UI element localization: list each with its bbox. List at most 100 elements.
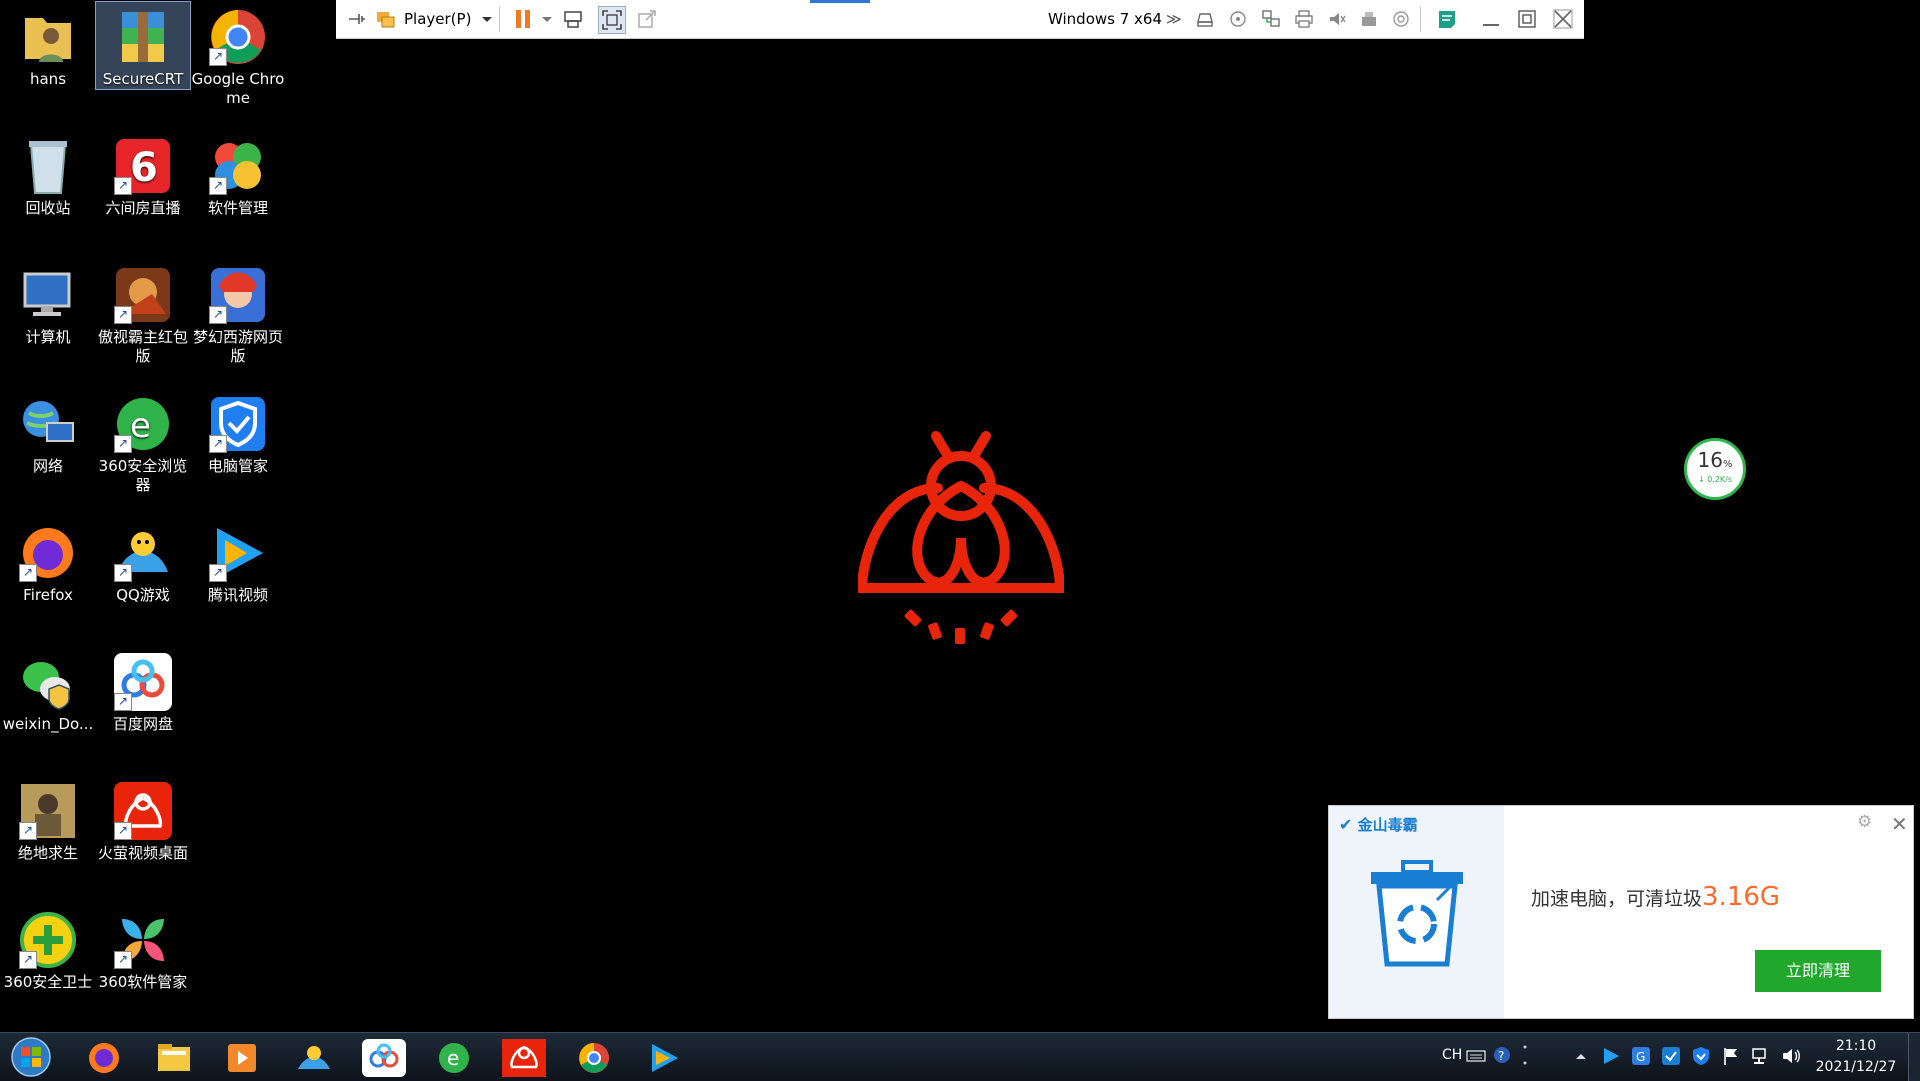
more-devices-icon[interactable]: ≫: [1166, 8, 1182, 30]
desktop-icon-network[interactable]: 网络: [1, 389, 95, 476]
show-hidden-icons-icon[interactable]: [1574, 1049, 1588, 1063]
desktop-icon-liujianfang[interactable]: 6 ↗ 六间房直播: [96, 131, 190, 218]
desktop-icon-label: 腾讯视频: [207, 586, 268, 604]
send-ctrl-alt-del-icon[interactable]: [562, 8, 584, 30]
network-adapter-icon[interactable]: [1260, 8, 1282, 30]
pause-icon[interactable]: [512, 8, 534, 30]
network-icon: [17, 393, 79, 455]
memory-percent-value: 16: [1697, 448, 1723, 472]
desktop-icon-label: 电脑管家: [207, 457, 268, 475]
desktop-icon-label: 火萤视频桌面: [97, 844, 188, 862]
tencent-video-tray-icon[interactable]: [1600, 1045, 1622, 1067]
chevron-down-icon[interactable]: [536, 8, 558, 30]
pc-manager-tray-icon[interactable]: [1690, 1045, 1712, 1067]
svg-text:e: e: [447, 1046, 459, 1070]
desktop-icon-360-software[interactable]: ↗ 360软件管家: [96, 905, 190, 992]
duba-tray-icon[interactable]: [1660, 1045, 1682, 1067]
desktop-icon-pubg[interactable]: ↗ 绝地求生: [1, 776, 95, 863]
tencent-pc-manager-icon: ↗: [207, 393, 269, 455]
desktop-icon-360-safe[interactable]: ↗ 360安全卫士: [1, 905, 95, 992]
computer-icon: [17, 264, 79, 326]
desktop-icon-qq-game[interactable]: ↗ QQ游戏: [96, 518, 190, 605]
pin-icon[interactable]: [346, 8, 368, 30]
vm-player-toolbar: Player(P) Windows 7 x64 ≫: [336, 0, 1584, 39]
desktop-icon-label: 回收站: [25, 199, 71, 217]
360-browser-taskbar-icon[interactable]: e: [432, 1039, 476, 1077]
desktop-icon-label: hans: [29, 70, 67, 88]
clock-time: 21:10: [1835, 1038, 1877, 1054]
desktop-icon-label: 百度网盘: [112, 715, 173, 733]
desktop-icon-chrome[interactable]: ↗ Google Chrome: [191, 2, 285, 108]
shortcut-arrow-icon: ↗: [114, 177, 132, 195]
desktop-icon-computer[interactable]: 计算机: [1, 260, 95, 347]
usb-device-icon[interactable]: [1358, 8, 1380, 30]
desktop-icon-label: 绝地求生: [17, 844, 78, 862]
ime-options-icon[interactable]: [1518, 1043, 1532, 1067]
desktop-icon-tencent-pc-manager[interactable]: ↗ 电脑管家: [191, 389, 285, 476]
tray-app-icon[interactable]: G: [1630, 1045, 1652, 1067]
shortcut-arrow-icon: ↗: [209, 177, 227, 195]
desktop-icon-game-aoshi[interactable]: ↗ 傲视霸主红包版: [96, 260, 190, 366]
desktop-icon-baidu-netdisk[interactable]: ↗ 百度网盘: [96, 647, 190, 734]
volume-icon[interactable]: [1780, 1045, 1802, 1067]
360-software-icon: ↗: [112, 909, 174, 971]
show-desktop-button[interactable]: [1908, 1033, 1920, 1081]
desktop-icon-label: 360软件管家: [98, 973, 188, 991]
desktop-icon-user-folder[interactable]: hans: [1, 2, 95, 89]
player-icon[interactable]: [374, 8, 396, 30]
clean-now-button[interactable]: 立即清理: [1755, 950, 1881, 992]
shortcut-arrow-icon: ↗: [114, 951, 132, 969]
system-clock[interactable]: 21:10 2021/12/27: [1800, 1036, 1912, 1078]
winrar-archive-icon: [112, 6, 174, 68]
chevron-down-icon[interactable]: [476, 8, 498, 30]
start-button[interactable]: [8, 1036, 54, 1078]
desktop-icon-firefly-video[interactable]: ↗ 火萤视频桌面: [96, 776, 190, 863]
desktop-icon-label: Firefox: [23, 586, 73, 604]
help-icon[interactable]: ?: [1492, 1045, 1512, 1065]
keyboard-icon[interactable]: [1466, 1047, 1486, 1065]
popup-message-text: 加速电脑，可清垃圾: [1531, 888, 1703, 910]
input-language[interactable]: CH: [1442, 1047, 1462, 1063]
hard-disk-icon[interactable]: [1194, 8, 1216, 30]
desktop-icon-tencent-video[interactable]: ↗ 腾讯视频: [191, 518, 285, 605]
desktop-icon-recycle-bin[interactable]: 回收站: [1, 131, 95, 218]
recycle-bin-icon: [17, 135, 79, 197]
memory-percent: 16%: [1687, 450, 1743, 475]
chrome-taskbar-icon[interactable]: [572, 1039, 616, 1077]
firefly-taskbar-icon[interactable]: [502, 1039, 546, 1077]
desktop-icon-game-menghuan[interactable]: ↗ 梦幻西游网页版: [191, 260, 285, 366]
explorer-taskbar-icon[interactable]: [152, 1039, 196, 1077]
memory-percent-unit: %: [1722, 459, 1733, 470]
baidu-netdisk-taskbar-icon[interactable]: [362, 1039, 406, 1077]
unity-icon[interactable]: [636, 8, 658, 30]
fullscreen-icon[interactable]: [598, 6, 626, 34]
desktop-icon-firefox[interactable]: ↗ Firefox: [1, 518, 95, 605]
maximize-icon[interactable]: [1516, 8, 1538, 30]
close-icon[interactable]: [1552, 8, 1574, 30]
desktop-icon-label: SecureCRT: [102, 70, 184, 88]
printer-icon[interactable]: [1293, 8, 1315, 30]
firefox-taskbar-icon[interactable]: [82, 1039, 126, 1077]
desktop-icon-software-manager[interactable]: ↗ 软件管理: [191, 131, 285, 218]
tencent-video-taskbar-icon[interactable]: [642, 1039, 686, 1077]
qq-game-taskbar-icon[interactable]: [292, 1039, 336, 1077]
network-tray-icon[interactable]: [1750, 1045, 1772, 1067]
player-menu[interactable]: Player(P): [404, 8, 471, 30]
cd-drive-icon[interactable]: [1227, 8, 1249, 30]
media-player-taskbar-icon[interactable]: [220, 1039, 264, 1077]
software-manager-icon: ↗: [207, 135, 269, 197]
desktop-icon-wechat-installer[interactable]: weixin_Do...: [1, 647, 95, 734]
desktop-icon-360-browser[interactable]: e ↗ 360安全浏览器: [96, 389, 190, 495]
junk-size: 3.16G: [1702, 882, 1781, 912]
settings-icon[interactable]: ⚙: [1857, 812, 1872, 832]
desktop-icon-label: weixin_Do...: [2, 715, 94, 733]
message-log-icon[interactable]: [1436, 8, 1458, 30]
close-icon[interactable]: ✕: [1891, 812, 1908, 836]
toolbar-divider: [499, 6, 500, 32]
sound-card-icon[interactable]: [1326, 8, 1348, 30]
action-center-flag-icon[interactable]: [1720, 1045, 1742, 1067]
speed-ball-widget[interactable]: 16% ↓ 0.2K/s: [1684, 438, 1746, 500]
desktop-icon-winrar-archive[interactable]: SecureCRT: [95, 1, 191, 90]
camera-icon[interactable]: [1390, 8, 1412, 30]
minimize-icon[interactable]: [1480, 8, 1502, 30]
